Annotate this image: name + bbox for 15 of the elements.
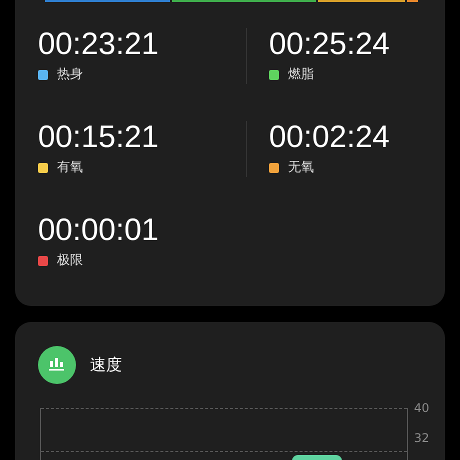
zone-time: 00:00:01	[38, 214, 160, 246]
zone-label: 有氧	[57, 159, 83, 177]
zone-label: 无氧	[288, 159, 314, 177]
zone-time: 00:25:24	[269, 28, 391, 60]
zone-time: 00:23:21	[38, 28, 160, 60]
section-title: 速度	[90, 354, 122, 376]
bar-chart-icon	[38, 346, 76, 384]
zone-label: 热身	[57, 66, 83, 84]
zone-time: 00:15:21	[38, 121, 160, 153]
zone-label: 极限	[57, 252, 83, 270]
zone-time: 00:02:24	[269, 121, 391, 153]
chart-tooltip	[292, 455, 342, 460]
axis-tick-label: 32	[414, 430, 430, 446]
axis-tick-label: 40	[414, 400, 430, 417]
zone-label: 燃脂	[288, 66, 314, 84]
